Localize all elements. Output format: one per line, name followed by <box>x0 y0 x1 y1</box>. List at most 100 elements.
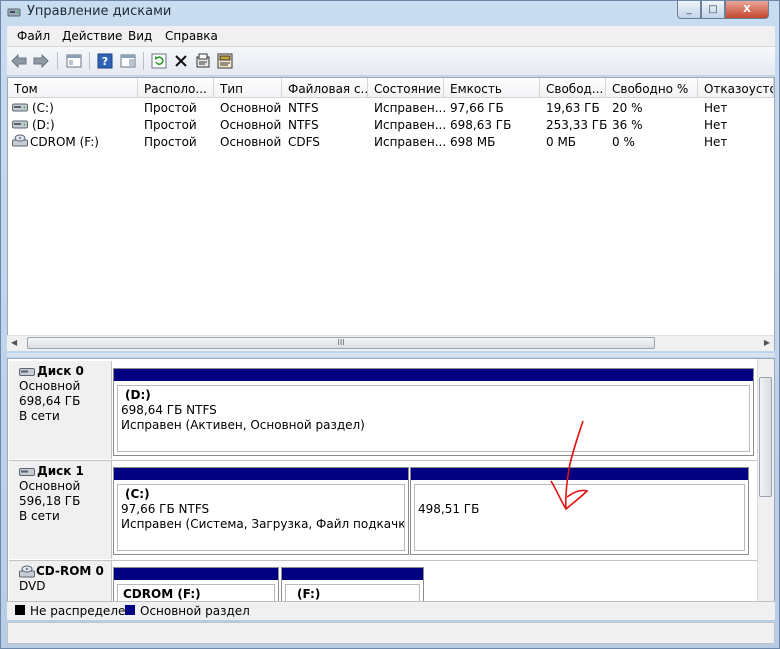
column-header-free-percent[interactable]: Свободно % <box>606 78 698 98</box>
menu-file[interactable]: Файл <box>17 29 50 43</box>
horizontal-scrollbar[interactable]: ◀ III ▶ <box>7 335 774 351</box>
cell-volume: (C:) <box>32 101 54 115</box>
show-hide-panel-button[interactable] <box>64 51 84 71</box>
delete-button[interactable] <box>171 51 191 71</box>
partition-status: Исправен (Система, Загрузка, Файл подкач… <box>121 517 405 531</box>
scroll-thumb[interactable] <box>759 377 772 497</box>
table-row[interactable]: (C:) Простой Основной NTFS Исправен... 9… <box>8 100 774 116</box>
disk-type: Основной <box>19 379 81 393</box>
partition-color-bar <box>282 568 423 580</box>
close-button[interactable]: X <box>725 1 769 19</box>
help-icon: ? <box>97 53 113 69</box>
disk-title: Диск 1 <box>37 464 84 478</box>
column-header-volume[interactable]: Том <box>8 78 138 98</box>
menu-view[interactable]: Вид <box>128 29 152 43</box>
cell-layout: Простой <box>144 118 197 132</box>
cell-type: Основной <box>220 135 282 149</box>
vertical-scrollbar[interactable] <box>757 359 774 619</box>
disk-status: В сети <box>19 409 60 423</box>
disk-management-app-icon <box>7 8 21 17</box>
cell-status: Исправен... <box>374 135 447 149</box>
annotation-arrow-icon <box>550 420 589 511</box>
disk-icon <box>19 367 35 376</box>
properties-button[interactable] <box>193 51 213 71</box>
forward-button[interactable] <box>31 51 51 71</box>
menu-help[interactable]: Справка <box>165 29 218 43</box>
console-tree-button[interactable] <box>118 51 138 71</box>
column-header-layout[interactable]: Располо... <box>138 78 214 98</box>
cell-layout: Простой <box>144 135 197 149</box>
maximize-button[interactable]: □ <box>701 1 725 19</box>
cell-free-percent: 0 % <box>612 135 635 149</box>
forward-icon <box>33 54 49 68</box>
disk-size: 698,64 ГБ <box>19 394 81 408</box>
drive-icon <box>12 120 28 129</box>
disk-type: Основной <box>19 479 81 493</box>
cell-fault-tolerance: Нет <box>704 101 728 115</box>
disk-1-label[interactable]: Диск 1 Основной 596,18 ГБ В сети <box>9 461 112 559</box>
legend-label-primary: Основной раздел <box>140 604 250 618</box>
disk-map: Диск 0 Основной 698,64 ГБ В сети (D:) 69… <box>7 358 775 620</box>
back-icon <box>11 54 27 68</box>
cell-free-space: 19,63 ГБ <box>546 101 600 115</box>
pane-splitter[interactable] <box>7 353 775 357</box>
column-header-capacity[interactable]: Емкость <box>444 78 540 98</box>
menu-action[interactable]: Действие <box>62 29 122 43</box>
back-button[interactable] <box>9 51 29 71</box>
table-row[interactable]: (D:) Простой Основной NTFS Исправен... 6… <box>8 117 774 133</box>
help-button[interactable]: ? <box>95 51 115 71</box>
cdrom-icon <box>19 565 35 577</box>
cell-free-percent: 20 % <box>612 101 643 115</box>
toolbar-separator <box>57 52 58 70</box>
column-header-status[interactable]: Состояние <box>368 78 444 98</box>
cell-type: Основной <box>220 101 282 115</box>
title-bar[interactable]: Управление дисками _ □ X <box>1 1 779 25</box>
rescan-button[interactable] <box>215 51 235 71</box>
cell-capacity: 698 МБ <box>450 135 496 149</box>
partition-c[interactable]: (C:) 97,66 ГБ NTFS Исправен (Система, За… <box>113 467 409 555</box>
scroll-right-icon[interactable]: ▶ <box>764 338 770 347</box>
toolbar: ? <box>7 47 775 76</box>
cell-free-space: 253,33 ГБ <box>546 118 608 132</box>
status-bar <box>7 622 775 644</box>
column-header-type[interactable]: Тип <box>214 78 282 98</box>
toolbar-separator <box>143 52 144 70</box>
refresh-icon <box>151 53 167 69</box>
partition-body: (D:) 698,64 ГБ NTFS Исправен (Активен, О… <box>117 385 750 452</box>
toolbar-separator <box>89 52 90 70</box>
disk-title: CD-ROM 0 <box>36 564 104 578</box>
minimize-button[interactable]: _ <box>677 1 701 19</box>
cell-filesystem: NTFS <box>288 101 319 115</box>
disk-size: 596,18 ГБ <box>19 494 81 508</box>
disk-divider <box>9 560 757 561</box>
partition-name: CDROM (F:) <box>123 587 201 601</box>
column-header-filesystem[interactable]: Файловая с... <box>282 78 368 98</box>
disk-status: В сети <box>19 509 60 523</box>
legend-label-unallocated: Не распределен <box>30 604 134 618</box>
cell-capacity: 698,63 ГБ <box>450 118 512 132</box>
cell-capacity: 97,66 ГБ <box>450 101 504 115</box>
legend: Не распределен Основной раздел <box>7 601 775 620</box>
column-header-free-space[interactable]: Свобод... <box>540 78 606 98</box>
table-row[interactable]: CDROM (F:) Простой Основной CDFS Исправе… <box>8 134 774 150</box>
disk-0-label[interactable]: Диск 0 Основной 698,64 ГБ В сети <box>9 361 112 459</box>
cell-status: Исправен... <box>374 101 447 115</box>
cell-free-space: 0 МБ <box>546 135 577 149</box>
disk-type: DVD <box>19 579 46 593</box>
column-header-fault-tolerance[interactable]: Отказоустой <box>698 78 774 98</box>
cell-filesystem: CDFS <box>288 135 320 149</box>
legend-swatch-unallocated <box>15 605 25 615</box>
partition-name: (D:) <box>125 388 151 402</box>
partition-body: (C:) 97,66 ГБ NTFS Исправен (Система, За… <box>117 484 405 551</box>
scroll-thumb[interactable]: III <box>27 337 655 349</box>
partition-name: (C:) <box>125 487 150 501</box>
svg-text:?: ? <box>102 55 108 68</box>
scroll-left-icon[interactable]: ◀ <box>11 338 17 347</box>
cell-free-percent: 36 % <box>612 118 643 132</box>
partition-d[interactable]: (D:) 698,64 ГБ NTFS Исправен (Активен, О… <box>113 368 754 456</box>
disk-title: Диск 0 <box>37 364 84 378</box>
disk-management-window: Управление дисками _ □ X Файл Действие В… <box>0 0 780 649</box>
cdrom-icon <box>12 134 28 147</box>
cell-filesystem: NTFS <box>288 118 319 132</box>
refresh-button[interactable] <box>149 51 169 71</box>
